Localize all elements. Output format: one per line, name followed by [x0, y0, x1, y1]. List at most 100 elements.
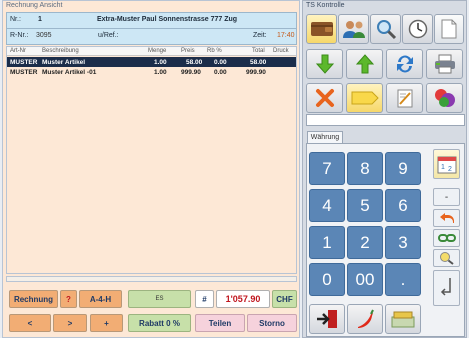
undo-button[interactable]: [433, 209, 460, 227]
tag-button[interactable]: [346, 83, 383, 113]
calendar-icon: 12: [437, 156, 456, 174]
hash-button[interactable]: #: [195, 290, 214, 308]
key-2[interactable]: 2: [347, 226, 383, 259]
prev-button[interactable]: <: [9, 314, 51, 332]
key-1[interactable]: 1: [309, 226, 345, 259]
delete-button[interactable]: [306, 83, 343, 113]
cell-menge: 1.00: [154, 59, 167, 66]
clock-icon: [408, 19, 427, 39]
wallet-icon: [310, 22, 333, 36]
key-8[interactable]: 8: [347, 152, 383, 185]
document-button[interactable]: [434, 14, 464, 44]
plus-button[interactable]: +: [90, 314, 123, 332]
col-beschreibung: Beschreibung: [42, 48, 79, 54]
link-button[interactable]: [433, 229, 460, 247]
zeit-value: 17:40: [277, 32, 295, 39]
key-00[interactable]: 00: [347, 263, 383, 296]
arrow-up-icon: [355, 54, 374, 74]
notepad-icon: [397, 89, 412, 108]
pepper-button[interactable]: [347, 304, 383, 334]
a4h-button[interactable]: A-4-H: [79, 290, 122, 308]
rabatt-button[interactable]: Rabatt 0 %: [128, 314, 191, 332]
arrow-down-icon: [315, 54, 334, 74]
numeric-keypad: 7 8 9 4 5 6 1 2 3 0 00 . 12 -: [306, 143, 465, 337]
cash-icon: [391, 311, 415, 328]
search-button[interactable]: [370, 14, 401, 44]
next-button[interactable]: >: [53, 314, 87, 332]
calendar-button[interactable]: 12: [433, 149, 460, 179]
wallet-button[interactable]: [306, 14, 337, 44]
svg-text:2: 2: [448, 166, 452, 173]
enter-icon: [440, 278, 451, 296]
storno-button[interactable]: Storno: [247, 314, 297, 332]
cell-desc: Muster Artikel: [42, 59, 86, 66]
help-button[interactable]: ?: [60, 290, 77, 308]
undo-icon: [439, 213, 454, 223]
cell-artnr: MUSTER: [10, 69, 38, 76]
cell-desc: Muster Artikel -01: [42, 69, 97, 76]
control-panel-title: TS Kontrolle: [306, 2, 345, 9]
delete-icon: [315, 89, 334, 107]
es-button[interactable]: ES: [128, 290, 191, 308]
rechnung-button[interactable]: Rechnung: [9, 290, 58, 308]
zoom-icon: [439, 252, 454, 265]
refresh-icon: [396, 55, 413, 73]
cell-artnr: MUSTER: [10, 59, 38, 66]
uref-label: u/Ref.:: [98, 32, 119, 39]
col-artnr: Art-Nr: [10, 48, 26, 54]
cell-rb: 0.00: [214, 69, 227, 76]
clock-button[interactable]: [402, 14, 433, 44]
key-5[interactable]: 5: [347, 189, 383, 222]
key-6[interactable]: 6: [385, 189, 421, 222]
move-up-button[interactable]: [346, 49, 383, 79]
key-0[interactable]: 0: [309, 263, 345, 296]
rnr-value: 3095: [36, 32, 52, 39]
zoom-button[interactable]: [433, 249, 460, 267]
print-button[interactable]: [426, 49, 463, 79]
summary-bar: [6, 276, 297, 282]
enter-button[interactable]: [433, 270, 460, 306]
currency-button[interactable]: CHF: [272, 290, 297, 308]
users-icon: [342, 21, 365, 38]
svg-text:1: 1: [441, 164, 445, 171]
tag-icon: [351, 91, 379, 105]
cash-button[interactable]: [385, 304, 421, 334]
exit-button[interactable]: [309, 304, 345, 334]
discount-icon: [434, 89, 455, 107]
invoice-table[interactable]: Art-Nr Beschreibung Menge Preis Rb % Tot…: [6, 46, 297, 274]
currency-input[interactable]: [306, 114, 465, 126]
printer-icon: [434, 54, 455, 74]
total-display: 1'057.90: [216, 290, 270, 308]
refresh-button[interactable]: [386, 49, 423, 79]
notepad-button[interactable]: [386, 83, 423, 113]
nr-value: 1: [38, 16, 42, 23]
key-decimal[interactable]: .: [385, 263, 421, 296]
col-preis: Preis: [181, 48, 195, 54]
link-icon: [437, 234, 456, 242]
key-7[interactable]: 7: [309, 152, 345, 185]
exit-icon: [317, 310, 337, 328]
cell-menge: 1.00: [154, 69, 167, 76]
cell-total: 58.00: [250, 59, 267, 66]
col-menge: Menge: [148, 48, 167, 54]
customer-name[interactable]: Extra-Muster Paul Sonnenstrasse 777 Zug: [97, 16, 237, 23]
key-9[interactable]: 9: [385, 152, 421, 185]
nr-label: Nr.:: [10, 16, 21, 23]
move-down-button[interactable]: [306, 49, 343, 79]
table-header: Art-Nr Beschreibung Menge Preis Rb % Tot…: [7, 47, 296, 56]
invoice-header: Nr.: 1 Extra-Muster Paul Sonnenstrasse 7…: [6, 12, 297, 45]
tab-waehrung[interactable]: Währung: [307, 131, 343, 143]
key-3[interactable]: 3: [385, 226, 421, 259]
key-4[interactable]: 4: [309, 189, 345, 222]
cell-preis: 999.90: [181, 69, 201, 76]
control-panel: TS Kontrolle Währung 7 8 9 4 5 6 1 2 3 0…: [302, 0, 467, 338]
col-druck: Druck: [273, 48, 289, 54]
teilen-button[interactable]: Teilen: [195, 314, 245, 332]
users-button[interactable]: [338, 14, 369, 44]
discount-button[interactable]: [426, 83, 463, 113]
table-row[interactable]: MUSTER Muster Artikel 1.00 58.00 0.00 58…: [7, 57, 296, 67]
minus-button[interactable]: -: [433, 188, 460, 206]
zeit-label: Zeit:: [253, 32, 267, 39]
table-row[interactable]: MUSTER Muster Artikel -01 1.00 999.90 0.…: [7, 67, 296, 77]
chili-icon: [358, 309, 374, 328]
